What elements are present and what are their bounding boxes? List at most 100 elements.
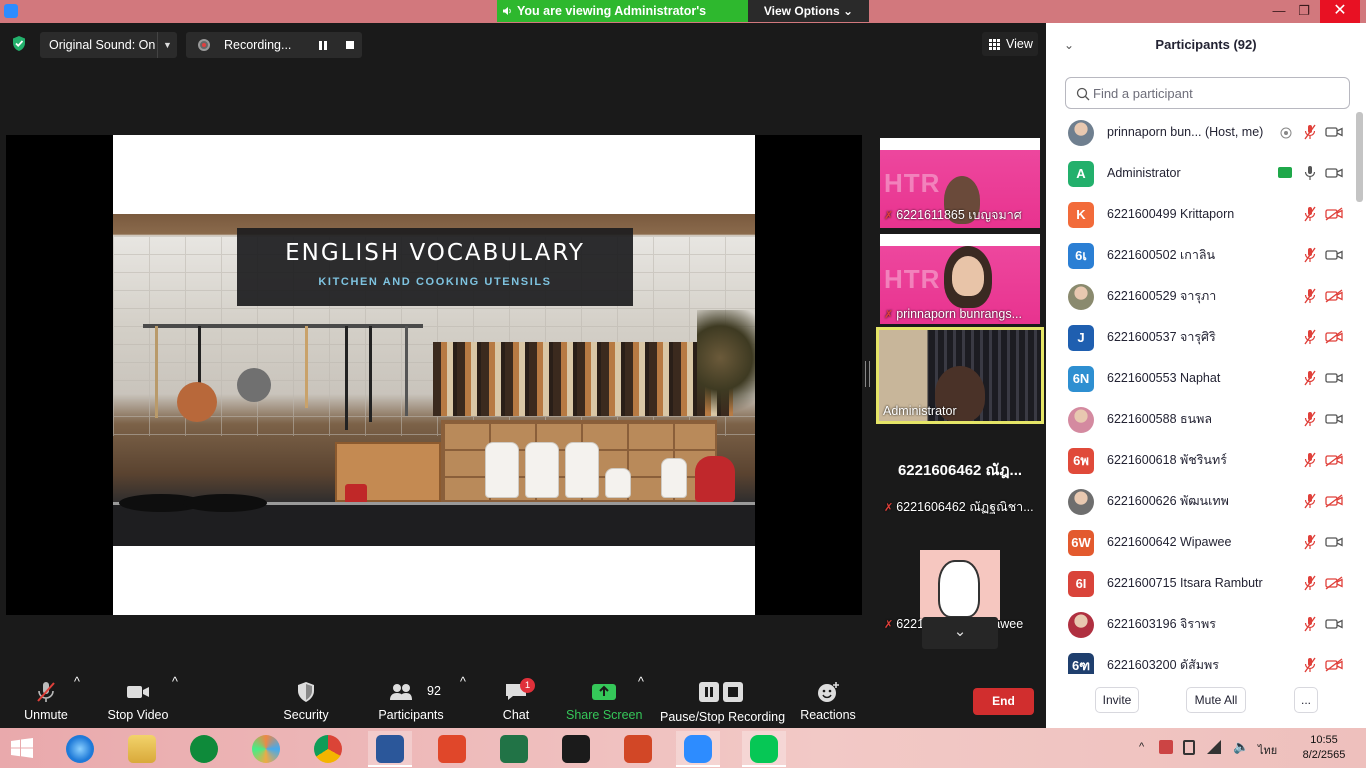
- video-camera-icon[interactable]: [1325, 535, 1343, 549]
- mic-muted-icon[interactable]: [1303, 370, 1317, 386]
- battery-icon[interactable]: [1183, 740, 1195, 755]
- participant-row[interactable]: 6221600529 จารุภา: [1046, 276, 1356, 317]
- show-hidden-icons-icon[interactable]: ^: [1139, 741, 1144, 753]
- mic-muted-icon[interactable]: [1303, 124, 1317, 140]
- video-camera-icon[interactable]: [1325, 125, 1343, 139]
- video-options-caret[interactable]: ^: [172, 675, 178, 728]
- mic-muted-icon[interactable]: [1303, 534, 1317, 550]
- video-off-icon[interactable]: [1325, 453, 1343, 467]
- video-off-icon[interactable]: [1325, 330, 1343, 344]
- participant-row[interactable]: 6พ 6221600618 พัชรินทร์: [1046, 440, 1356, 481]
- share-options-caret[interactable]: ^: [638, 675, 644, 728]
- participant-row[interactable]: 6N 6221600553 Naphat: [1046, 358, 1356, 399]
- participant-row[interactable]: 6221600626 พัฒนเทพ: [1046, 481, 1356, 522]
- taskbar-app-green[interactable]: [182, 731, 226, 767]
- taskbar-word[interactable]: [368, 731, 412, 767]
- participant-search-input[interactable]: [1093, 82, 1343, 104]
- video-camera-icon[interactable]: [1325, 248, 1343, 262]
- video-thumbnail[interactable]: HTR ✗ prinnaporn bunrangs...: [880, 234, 1040, 324]
- security-button[interactable]: Security: [276, 675, 336, 728]
- video-off-icon[interactable]: [1325, 207, 1343, 221]
- taskbar-zoom[interactable]: [676, 731, 720, 767]
- taskbar-paint[interactable]: [244, 731, 288, 767]
- close-window-button[interactable]: ✕: [1320, 0, 1360, 23]
- mic-muted-icon[interactable]: [1303, 411, 1317, 427]
- network-signal-icon[interactable]: [1207, 740, 1221, 754]
- participant-row[interactable]: J 6221600537 จารุศิริ: [1046, 317, 1356, 358]
- mute-all-button[interactable]: Mute All: [1186, 687, 1246, 713]
- shared-screen-view[interactable]: ENGLISH VOCABULARY KITCHEN AND COOKING U…: [6, 135, 862, 615]
- share-screen-button[interactable]: Share Screen: [566, 675, 642, 728]
- mic-muted-icon[interactable]: [1303, 206, 1317, 222]
- view-layout-button[interactable]: View: [982, 32, 1038, 56]
- participant-list-scrollbar[interactable]: [1356, 112, 1363, 202]
- taskbar-powerpoint[interactable]: [616, 731, 660, 767]
- original-sound-button[interactable]: Original Sound: On ▼: [40, 32, 177, 58]
- pause-stop-recording-button[interactable]: Pause/Stop Recording: [660, 675, 785, 728]
- unmute-button[interactable]: Unmute: [14, 675, 78, 728]
- participant-row[interactable]: 6ฑ 6221603200 ดัสัมพร: [1046, 645, 1356, 674]
- participant-row[interactable]: 6W 6221600642 Wipawee: [1046, 522, 1356, 563]
- participant-row[interactable]: K 6221600499 Krittaporn: [1046, 194, 1356, 235]
- windows-start-icon[interactable]: [11, 738, 33, 758]
- participant-row[interactable]: prinnaporn bun... (Host, me): [1046, 112, 1356, 153]
- mic-muted-icon[interactable]: [1303, 288, 1317, 304]
- video-thumbnail-active-speaker[interactable]: Administrator: [876, 327, 1044, 424]
- screen-sharing-icon: [1278, 167, 1292, 178]
- participants-options-caret[interactable]: ^: [460, 675, 466, 728]
- mic-muted-icon[interactable]: [1303, 616, 1317, 632]
- taskbar-chrome[interactable]: [306, 731, 350, 767]
- original-sound-dropdown[interactable]: ▼: [157, 32, 177, 58]
- mic-icon[interactable]: [1303, 165, 1317, 181]
- video-camera-icon[interactable]: [1325, 412, 1343, 426]
- mic-muted-icon[interactable]: [1303, 329, 1317, 345]
- collapse-panel-icon[interactable]: ⌄: [1064, 23, 1074, 67]
- video-off-icon[interactable]: [1325, 494, 1343, 508]
- taskbar-line[interactable]: [742, 731, 786, 767]
- audio-options-caret[interactable]: ^: [74, 675, 80, 728]
- end-meeting-button[interactable]: End: [973, 688, 1034, 715]
- taskbar-file-explorer[interactable]: [120, 731, 164, 767]
- participant-row[interactable]: 6เ 6221600502 เกาลิน: [1046, 235, 1356, 276]
- taskbar-clock[interactable]: 10:55 8/2/2565: [1296, 733, 1352, 763]
- stop-video-button[interactable]: Stop Video: [104, 675, 172, 728]
- video-off-icon[interactable]: [1325, 576, 1343, 590]
- scroll-thumbnails-down-button[interactable]: ⌄: [922, 617, 998, 649]
- mic-muted-icon[interactable]: [1303, 575, 1317, 591]
- reactions-button[interactable]: Reactions: [798, 675, 858, 728]
- chat-button[interactable]: 1 Chat: [496, 675, 536, 728]
- taskbar-webex[interactable]: [554, 731, 598, 767]
- mic-muted-icon[interactable]: [1303, 493, 1317, 509]
- participant-row[interactable]: 6221603196 จิราพร: [1046, 604, 1356, 645]
- resize-handle[interactable]: [865, 361, 870, 387]
- participant-row[interactable]: 6I 6221600715 Itsara Rambutr: [1046, 563, 1356, 604]
- stop-recording-icon[interactable]: [346, 41, 354, 49]
- mic-muted-icon[interactable]: [1303, 657, 1317, 673]
- tray-app-icon[interactable]: [1159, 740, 1173, 754]
- pause-recording-icon[interactable]: [319, 41, 327, 50]
- video-thumbnail[interactable]: HTR ✗ 6221611865 เบญจมาศ: [880, 138, 1040, 228]
- participants-button[interactable]: 92 Participants: [376, 675, 446, 728]
- mic-muted-icon[interactable]: [1303, 247, 1317, 263]
- more-options-button[interactable]: ...: [1294, 687, 1318, 713]
- mic-muted-icon[interactable]: [1303, 452, 1317, 468]
- participant-row[interactable]: 6221600588 ธนพล: [1046, 399, 1356, 440]
- encryption-shield-icon[interactable]: [11, 35, 27, 52]
- volume-icon[interactable]: 🔈: [1233, 739, 1249, 755]
- video-off-icon[interactable]: [1325, 658, 1343, 672]
- video-camera-icon[interactable]: [1325, 617, 1343, 631]
- taskbar-internet-explorer[interactable]: [58, 731, 102, 767]
- minimize-button[interactable]: —: [1265, 0, 1293, 23]
- input-language[interactable]: ไทย: [1258, 741, 1277, 759]
- participant-row[interactable]: A Administrator: [1046, 153, 1356, 194]
- restore-button[interactable]: ❐: [1290, 0, 1318, 23]
- video-off-icon[interactable]: [1325, 289, 1343, 303]
- taskbar-office[interactable]: [430, 731, 474, 767]
- video-camera-icon[interactable]: [1325, 166, 1343, 180]
- view-options-button[interactable]: View Options ⌄: [748, 0, 869, 22]
- taskbar-excel[interactable]: [492, 731, 536, 767]
- video-camera-icon[interactable]: [1325, 371, 1343, 385]
- video-thumbnail[interactable]: 6221606462 ณัฎ... ✗ 6221606462 ณัฏฐณิชา..…: [880, 430, 1040, 520]
- participants-panel: ⌄ Participants (92) prinnaporn bun... (H…: [1046, 23, 1366, 728]
- invite-button[interactable]: Invite: [1095, 687, 1139, 713]
